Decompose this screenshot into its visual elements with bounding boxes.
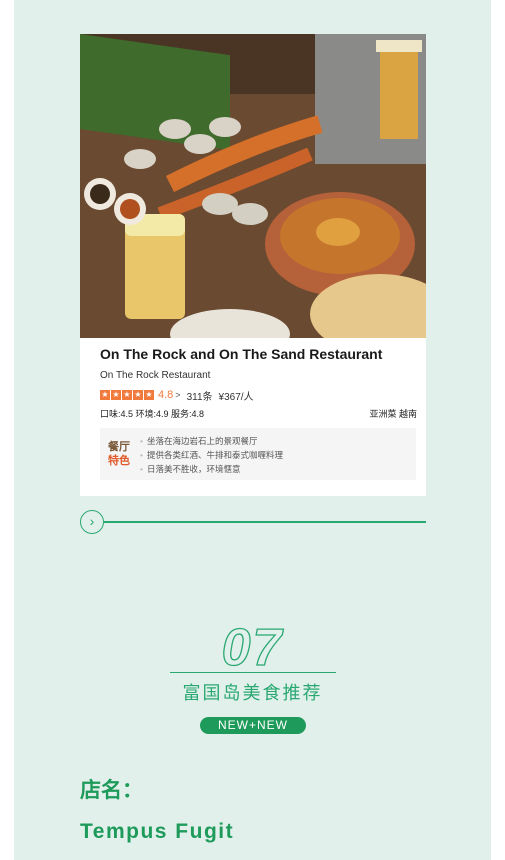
rating-score: 4.8 — [158, 389, 174, 401]
section-number-rule — [170, 672, 336, 673]
section-number: 07 — [221, 618, 284, 677]
feature-list: 坐落在海边岩石上的景观餐厅 提供各类红酒、牛排和泰式咖喱料理 日落美不胜收，环境… — [140, 434, 283, 476]
feature-badge: 餐厅 特色 — [108, 440, 132, 468]
store-name: Tempus Fugit — [80, 820, 235, 843]
restaurant-title: On The Rock and On The Sand Restaurant — [100, 346, 383, 362]
feature-badge-line1: 餐厅 — [108, 441, 130, 453]
star-icon: ★ — [111, 390, 121, 400]
food-photo — [80, 34, 426, 338]
chevron-right-icon[interactable]: > — [175, 390, 180, 400]
chevron-right-icon[interactable]: › — [80, 510, 104, 534]
rating-row[interactable]: ★ ★ ★ ★ ★ 4.8 > 311条 ¥367/人 — [100, 388, 254, 403]
restaurant-card[interactable]: On The Rock and On The Sand Restaurant O… — [80, 34, 426, 496]
new-badge: NEW+NEW — [200, 717, 306, 734]
feature-box: 餐厅 特色 坐落在海边岩石上的景观餐厅 提供各类红酒、牛排和泰式咖喱料理 日落美… — [100, 428, 416, 480]
store-label: 店名： — [80, 779, 143, 802]
feature-item: 坐落在海边岩石上的景观餐厅 — [140, 434, 283, 448]
price-per-person: ¥367/人 — [218, 391, 254, 403]
sub-scores: 口味:4.5 环境:4.9 服务:4.8 — [100, 409, 205, 419]
feature-item: 日落美不胜收，环境惬意 — [140, 462, 283, 476]
star-icon: ★ — [144, 390, 154, 400]
section-title: 富国岛美食推荐 — [182, 683, 323, 703]
restaurant-subtitle: On The Rock Restaurant — [100, 370, 211, 381]
star-icon: ★ — [133, 390, 143, 400]
feature-item: 提供各类红酒、牛排和泰式咖喱料理 — [140, 448, 283, 462]
divider-line — [104, 521, 426, 523]
star-icon: ★ — [122, 390, 132, 400]
review-count: 311条 — [186, 391, 213, 403]
cuisine-tags: 亚洲菜 越南 — [369, 409, 417, 419]
rating-stars: ★ ★ ★ ★ ★ — [100, 390, 154, 400]
star-icon: ★ — [100, 390, 110, 400]
feature-badge-line2: 特色 — [108, 455, 130, 467]
